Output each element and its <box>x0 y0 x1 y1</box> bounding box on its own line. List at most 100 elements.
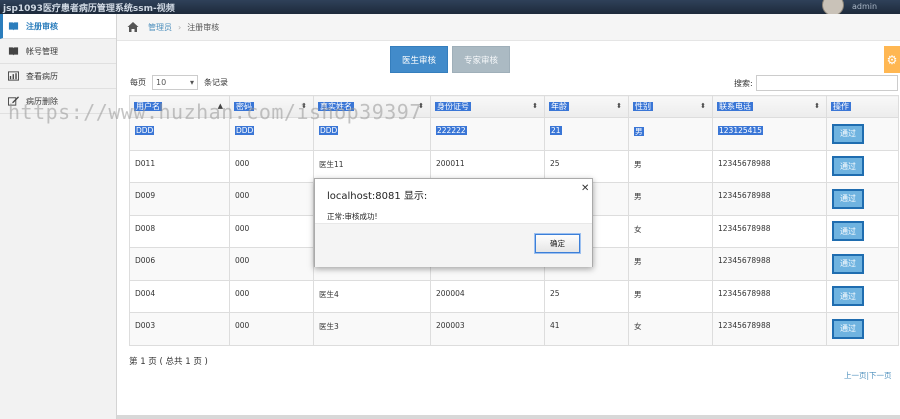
table-cell: 女 <box>628 312 713 346</box>
sidebar-item-label: 注册审核 <box>26 21 58 31</box>
book-icon <box>7 21 19 31</box>
tab-expert-review[interactable]: 专家审核 <box>452 46 510 73</box>
alert-dialog: localhost:8081 显示: ✕ 正常:审核成功! 确定 <box>314 178 593 267</box>
book-icon <box>7 46 19 56</box>
table-cell: 000 <box>229 279 314 313</box>
sidebar-item-view-records[interactable]: 查看病历 <box>0 64 116 89</box>
dialog-message: 正常:审核成功! <box>327 212 378 221</box>
table-cell: 41 <box>544 312 629 346</box>
table-cell: 男 <box>628 182 713 216</box>
action-cell: 通过 <box>826 182 899 216</box>
table-cell: 000 <box>229 149 314 183</box>
sort-icon: ⬍ <box>532 102 538 110</box>
search-label: 搜索: <box>734 78 753 88</box>
next-page-link[interactable]: 下一页 <box>869 371 892 380</box>
sort-icon: ⬍ <box>616 102 622 110</box>
table-row: D003 000 医生3 200003 41 女 12345678988 通过 <box>129 312 899 346</box>
table-cell: 12345678988 <box>712 214 827 248</box>
table-cell: 医生4 <box>313 279 431 313</box>
table-cell: D011 <box>129 149 230 183</box>
sidebar: 注册审核 帐号管理 查看病历 病历删除 <box>0 14 117 419</box>
pagination: 上一页|下一页 <box>844 370 892 381</box>
search-control: 搜索: <box>734 75 898 91</box>
table-row: D004 000 医生4 200004 25 男 12345678988 通过 <box>129 279 899 313</box>
sidebar-item-label: 帐号管理 <box>26 46 58 56</box>
table-cell: 男 <box>628 149 713 183</box>
table-cell: 医生3 <box>313 312 431 346</box>
table-cell: D009 <box>129 182 230 216</box>
user-name[interactable]: admin <box>852 2 877 11</box>
settings-toggle[interactable]: ⚙ <box>884 46 900 73</box>
table-cell: 女 <box>628 214 713 248</box>
approve-button[interactable]: 通过 <box>832 221 864 242</box>
dialog-footer: 确定 <box>315 223 592 267</box>
column-header-gender[interactable]: 性别 ⬍ <box>628 95 713 118</box>
breadcrumb-current: 注册审核 <box>187 22 220 32</box>
perpage-value: 10 <box>156 78 167 87</box>
perpage-prefix: 每页 <box>130 78 146 87</box>
action-cell: 通过 <box>826 279 899 313</box>
perpage-suffix: 条记录 <box>204 78 228 87</box>
approve-button[interactable]: 通过 <box>832 253 864 274</box>
table-cell: 000 <box>229 247 314 281</box>
action-cell: 通过 <box>826 247 899 281</box>
column-header-idcard[interactable]: 身份证号 ⬍ <box>430 95 545 118</box>
column-header-phone[interactable]: 联系电话 ⬍ <box>712 95 827 118</box>
breadcrumb-home[interactable]: 管理员 <box>148 22 172 33</box>
close-icon[interactable]: ✕ <box>581 183 589 194</box>
home-icon[interactable] <box>127 21 139 33</box>
dialog-title: localhost:8081 显示: <box>327 191 428 202</box>
tab-doctor-review[interactable]: 医生审核 <box>390 46 448 73</box>
table-cell: 12345678988 <box>712 182 827 216</box>
breadcrumb: 管理员 › 注册审核 <box>117 14 900 41</box>
table-cell: D003 <box>129 312 230 346</box>
approve-button[interactable]: 通过 <box>832 286 864 307</box>
table-cell: 12345678988 <box>712 312 827 346</box>
action-cell: 通过 <box>826 214 899 248</box>
page-length-control: 每页 10 ▾ 条记录 <box>130 75 228 90</box>
bar-chart-icon <box>7 71 19 81</box>
bottom-scrollbar[interactable] <box>117 415 900 419</box>
perpage-select[interactable]: 10 ▾ <box>152 75 198 90</box>
breadcrumb-separator: › <box>178 22 182 32</box>
ok-button[interactable]: 确定 <box>535 234 580 253</box>
action-cell: 通过 <box>826 312 899 346</box>
table-cell: 222222 <box>430 117 545 151</box>
table-cell: 000 <box>229 312 314 346</box>
prev-page-link[interactable]: 上一页 <box>844 371 867 380</box>
page-info: 第 1 页 ( 总共 1 页 ) <box>129 357 208 367</box>
table-cell: D008 <box>129 214 230 248</box>
table-cell: D004 <box>129 279 230 313</box>
table-cell: 男 <box>628 279 713 313</box>
table-cell: 12345678988 <box>712 149 827 183</box>
approve-button[interactable]: 通过 <box>832 156 864 177</box>
table-cell: 000 <box>229 214 314 248</box>
sidebar-item-register-review[interactable]: 注册审核 <box>0 14 116 39</box>
chevron-down-icon: ▾ <box>189 78 194 87</box>
column-header-action: 操作 <box>826 95 899 118</box>
action-cell: 通过 <box>826 117 899 151</box>
table-cell: 200004 <box>430 279 545 313</box>
table-cell: 25 <box>544 279 629 313</box>
gear-icon: ⚙ <box>886 52 898 67</box>
sidebar-item-account-manage[interactable]: 帐号管理 <box>0 39 116 64</box>
sidebar-item-label: 查看病历 <box>26 71 58 81</box>
window-title: jsp1093医疗患者病历管理系统ssm-视频 <box>3 4 175 14</box>
table-cell: 男 <box>628 247 713 281</box>
column-header-age[interactable]: 年龄 ⬍ <box>544 95 629 118</box>
table-cell: 000 <box>229 182 314 216</box>
table-cell: 21 <box>544 117 629 151</box>
approve-button[interactable]: 通过 <box>832 123 864 144</box>
approve-button[interactable]: 通过 <box>832 318 864 339</box>
sort-icon: ⬍ <box>814 102 820 110</box>
table-cell: 123125415 <box>712 117 827 151</box>
top-bar: jsp1093医疗患者病历管理系统ssm-视频 admin <box>0 0 900 16</box>
table-cell: D006 <box>129 247 230 281</box>
table-cell: 12345678988 <box>712 279 827 313</box>
approve-button[interactable]: 通过 <box>832 188 864 209</box>
action-cell: 通过 <box>826 149 899 183</box>
table-cell: 12345678988 <box>712 247 827 281</box>
table-cell: 男 <box>628 117 713 151</box>
search-input[interactable] <box>755 75 898 91</box>
sort-icon: ⬍ <box>700 102 706 110</box>
